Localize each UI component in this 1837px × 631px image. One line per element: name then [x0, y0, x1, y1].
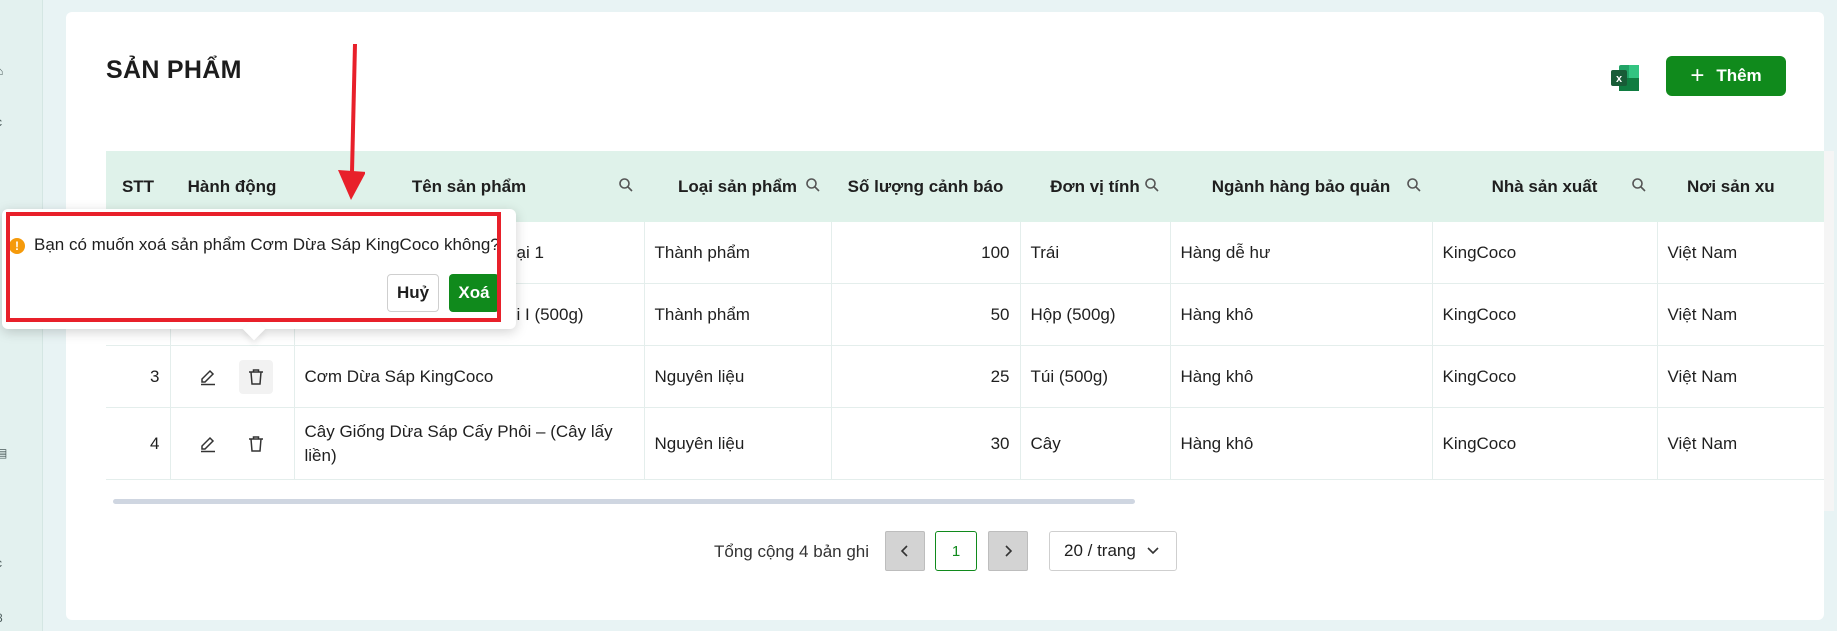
cell-name: Cơm Dừa Sáp KingCoco — [294, 345, 645, 408]
cell-maker: KingCoco — [1432, 222, 1658, 284]
product-table: STT Hành động Tên sản phẩm Loại sản phẩm… — [106, 151, 1824, 511]
edit-icon[interactable] — [191, 427, 225, 461]
column-header-maker: Nhà sản xuất — [1432, 151, 1657, 222]
sidebar-item-icon[interactable]: › — [0, 393, 6, 403]
table-row: 3 Cơm Dừa Sáp KingCoco Nguyên liệu 25 Tú… — [106, 345, 1824, 408]
sidebar-item-icon[interactable]: c — [0, 557, 6, 569]
page-title: SẢN PHẨM — [106, 56, 242, 84]
add-button-label: Thêm — [1716, 66, 1762, 85]
sidebar-item-icon[interactable]: 8 — [0, 612, 6, 624]
sidebar-item-icon[interactable]: ▤ — [0, 447, 7, 459]
warning-icon: ! — [9, 238, 25, 254]
cell-stt: 4 — [106, 407, 171, 480]
delete-confirm-popover: ! Bạn có muốn xoá sản phẩm Cơm Dừa Sáp K… — [2, 209, 516, 341]
confirm-message: Bạn có muốn xoá sản phẩm Cơm Dừa Sáp Kin… — [34, 235, 500, 254]
search-icon[interactable] — [1144, 177, 1160, 193]
column-header-unit: Đơn vị tính — [1020, 151, 1170, 222]
svg-text:x: x — [1616, 73, 1623, 85]
sidebar-home-icon[interactable]: ⌂ — [0, 65, 6, 77]
delete-icon[interactable] — [239, 359, 273, 394]
column-header-origin: Nơi sản xu — [1657, 151, 1824, 222]
cell-category: Hàng khô — [1170, 283, 1433, 346]
cell-type: Nguyên liệu — [644, 407, 832, 480]
cell-unit: Trái — [1020, 222, 1171, 284]
cell-qty: 25 — [831, 345, 1021, 408]
cell-origin: Việt Nam — [1657, 407, 1824, 480]
cell-qty: 30 — [831, 407, 1021, 480]
cell-category: Hàng khô — [1170, 345, 1433, 408]
cell-origin: Việt Nam — [1657, 283, 1824, 346]
sidebar-item-icon[interactable]: l — [0, 503, 6, 513]
sidebar-item-icon[interactable]: t — [0, 340, 6, 350]
column-header-storage: Ngành hàng bảo quản — [1170, 151, 1432, 222]
sidebar-item-icon[interactable]: › — [0, 175, 6, 185]
cell-actions — [170, 345, 295, 408]
cell-unit: Túi (500g) — [1020, 345, 1171, 408]
cell-category: Hàng dễ hư — [1170, 222, 1433, 284]
search-icon[interactable] — [805, 177, 821, 193]
pagination: Tổng cộng 4 bản ghi 1 20 / trang — [66, 531, 1824, 573]
page-size-value: 20 / trang — [1064, 541, 1136, 560]
excel-export-icon[interactable]: x — [1610, 64, 1640, 92]
chevron-right-icon — [1005, 545, 1013, 557]
cell-maker: KingCoco — [1432, 407, 1658, 480]
cell-maker: KingCoco — [1432, 345, 1658, 408]
cell-type: Thành phẩm — [644, 222, 832, 284]
cell-stt: 3 — [106, 345, 171, 408]
add-button[interactable]: + Thêm — [1666, 56, 1786, 96]
plus-icon: + — [1690, 62, 1705, 89]
cancel-button[interactable]: Huỷ — [387, 274, 439, 312]
column-header-warning-qty: Số lượng cảnh báo — [831, 151, 1020, 222]
confirm-delete-button[interactable]: Xoá — [449, 274, 499, 312]
horizontal-scrollbar[interactable] — [113, 499, 1135, 504]
table-edge — [1824, 151, 1834, 511]
total-records: Tổng cộng 4 bản ghi — [714, 542, 870, 561]
chevron-left-icon — [900, 545, 908, 557]
cell-maker: KingCoco — [1432, 283, 1658, 346]
search-icon[interactable] — [1406, 177, 1422, 193]
search-icon[interactable] — [618, 177, 634, 193]
table-row: 4 Cây Giống Dừa Sáp Cấy Phôi – (Cây lấy … — [106, 407, 1824, 480]
sidebar-item-icon[interactable]: c — [0, 116, 6, 128]
cell-qty: 100 — [831, 222, 1021, 284]
cell-unit: Hộp (500g) — [1020, 283, 1171, 346]
page-size-select[interactable]: 20 / trang — [1049, 531, 1177, 571]
cell-type: Nguyên liệu — [644, 345, 832, 408]
prev-page-button[interactable] — [885, 531, 925, 571]
chevron-down-icon — [1147, 547, 1159, 555]
page-1-button[interactable]: 1 — [935, 531, 977, 571]
cell-unit: Cây — [1020, 407, 1171, 480]
cell-name: Cây Giống Dừa Sáp Cấy Phôi – (Cây lấy li… — [294, 407, 645, 480]
next-page-button[interactable] — [988, 531, 1028, 571]
cell-origin: Việt Nam — [1657, 222, 1824, 284]
cell-origin: Việt Nam — [1657, 345, 1824, 408]
annotation-arrow — [338, 43, 365, 200]
cell-type: Thành phẩm — [644, 283, 832, 346]
delete-icon[interactable] — [239, 427, 273, 461]
column-header-type: Loại sản phẩm — [644, 151, 831, 222]
cell-actions — [170, 407, 295, 480]
search-icon[interactable] — [1631, 177, 1647, 193]
cell-qty: 50 — [831, 283, 1021, 346]
cell-category: Hàng khô — [1170, 407, 1433, 480]
edit-icon[interactable] — [191, 360, 225, 394]
